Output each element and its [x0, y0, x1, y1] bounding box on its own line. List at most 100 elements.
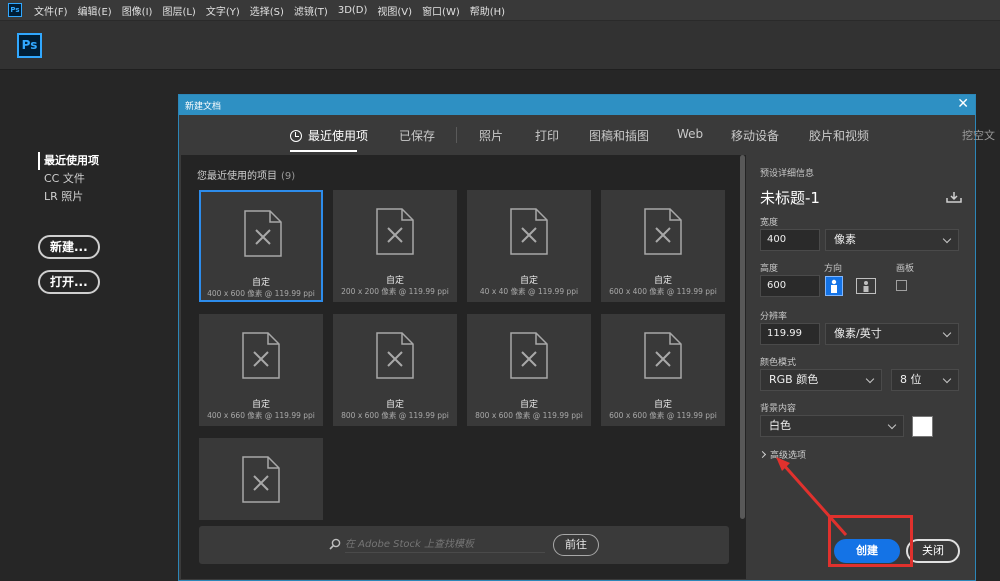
height-input[interactable]: 600 — [760, 275, 820, 297]
tab-film-video[interactable]: 胶片和视频 — [809, 127, 869, 144]
document-icon — [510, 208, 548, 255]
tab-recent[interactable]: 最近使用项 — [290, 127, 368, 144]
color-mode-select[interactable]: RGB 颜色 — [760, 369, 882, 391]
preset-card[interactable]: 自定 400 x 660 像素 @ 119.99 ppi — [199, 314, 323, 426]
width-input[interactable]: 400 — [760, 229, 820, 251]
preset-spec: 600 x 400 像素 @ 119.99 ppi — [609, 287, 717, 296]
nav-cc-files[interactable]: CC 文件 — [38, 170, 99, 188]
resolution-unit-value: 像素/英寸 — [834, 327, 882, 340]
landscape-orientation-icon[interactable] — [856, 276, 876, 296]
nav-lr-photos[interactable]: LR 照片 — [38, 188, 99, 206]
preset-card[interactable]: 自定 40 x 40 像素 @ 119.99 ppi — [467, 190, 591, 302]
tab-saved[interactable]: 已保存 — [399, 127, 435, 144]
document-icon — [244, 210, 282, 257]
preset-card[interactable]: 自定 600 x 600 像素 @ 119.99 ppi — [601, 314, 725, 426]
menu-select[interactable]: 选择(S) — [250, 3, 284, 18]
stock-go-button[interactable]: 前往 — [553, 534, 599, 556]
tab-overflow-text: 挖空文 — [962, 129, 995, 142]
bit-depth-value: 8 位 — [900, 373, 922, 386]
start-nav: 最近使用项 CC 文件 LR 照片 — [38, 152, 99, 206]
close-button[interactable]: 关闭 — [906, 539, 960, 563]
tab-print[interactable]: 打印 — [535, 127, 559, 144]
chevron-right-icon — [758, 450, 767, 459]
photoshop-logo[interactable]: Ps — [17, 33, 42, 58]
menu-filter[interactable]: 滤镜(T) — [294, 3, 328, 18]
tab-art-illustration[interactable]: 图稿和插图 — [589, 127, 649, 144]
resolution-input[interactable]: 119.99 — [760, 323, 820, 345]
menu-view[interactable]: 视图(V) — [377, 3, 412, 18]
menu-bar: Ps 文件(F) 编辑(E) 图像(I) 图层(L) 文字(Y) 选择(S) 滤… — [0, 0, 1000, 21]
preset-name: 自定 — [519, 400, 538, 410]
details-heading: 预设详细信息 — [760, 169, 815, 179]
menu-window[interactable]: 窗口(W) — [422, 3, 460, 18]
stock-search-input[interactable] — [345, 537, 545, 553]
preset-card[interactable]: 自定 800 x 600 像素 @ 119.99 ppi — [333, 314, 457, 426]
preset-card[interactable] — [199, 438, 323, 520]
advanced-options-toggle[interactable]: 高级选项 — [758, 448, 806, 461]
tab-divider — [456, 127, 457, 143]
menu-3d[interactable]: 3D(D) — [338, 5, 368, 16]
document-icon — [510, 332, 548, 379]
color-mode-value: RGB 颜色 — [769, 373, 819, 386]
preset-name: 自定 — [653, 276, 672, 286]
preset-card[interactable]: 自定 400 x 600 像素 @ 119.99 ppi — [199, 190, 323, 302]
artboard-checkbox[interactable] — [896, 280, 907, 291]
scrollbar-thumb[interactable] — [740, 155, 745, 519]
stock-search-bar: 前往 — [199, 526, 729, 564]
document-name[interactable]: 未标题-1 — [760, 187, 820, 208]
document-icon — [644, 208, 682, 255]
ps-app-icon: Ps — [8, 3, 22, 17]
menu-layer[interactable]: 图层(L) — [162, 3, 195, 18]
portrait-orientation-icon[interactable] — [825, 276, 843, 296]
background-select[interactable]: 白色 — [760, 415, 904, 437]
open-button[interactable]: 打开... — [38, 270, 100, 294]
document-icon — [644, 332, 682, 379]
dialog-titlebar: 新建文档 ✕ — [179, 95, 975, 115]
preset-tabs: 最近使用项 已保存 照片 打印 图稿和插图 Web 移动设备 胶片和视频 挖空文 — [179, 115, 995, 155]
app-header: Ps — [0, 21, 1000, 70]
background-color-swatch[interactable] — [912, 416, 933, 437]
nav-recent[interactable]: 最近使用项 — [38, 152, 99, 170]
resolution-unit-select[interactable]: 像素/英寸 — [825, 323, 959, 345]
new-button[interactable]: 新建... — [38, 235, 100, 259]
width-unit-select[interactable]: 像素 — [825, 229, 959, 251]
preset-card[interactable]: 自定 800 x 600 像素 @ 119.99 ppi — [467, 314, 591, 426]
tab-photo[interactable]: 照片 — [479, 127, 503, 144]
preset-name: 自定 — [251, 278, 270, 288]
background-value: 白色 — [769, 419, 791, 432]
bit-depth-select[interactable]: 8 位 — [891, 369, 959, 391]
preset-name: 自定 — [251, 400, 270, 410]
width-label: 宽度 — [760, 218, 779, 228]
menu-file[interactable]: 文件(F) — [34, 3, 68, 18]
background-label: 背景内容 — [760, 404, 797, 414]
tab-mobile[interactable]: 移动设备 — [731, 127, 779, 144]
preset-spec: 400 x 660 像素 @ 119.99 ppi — [207, 411, 315, 420]
preset-spec: 200 x 200 像素 @ 119.99 ppi — [341, 287, 449, 296]
recent-presets-panel: 您最近使用的项目 (9) 自定 400 x 600 像素 @ 119.99 ppi 自… — [181, 155, 746, 579]
chevron-down-icon — [865, 374, 875, 384]
active-tab-indicator — [290, 150, 357, 152]
color-mode-label: 颜色模式 — [760, 358, 797, 368]
preset-spec: 800 x 600 像素 @ 119.99 ppi — [475, 411, 583, 420]
preset-card[interactable]: 自定 200 x 200 像素 @ 119.99 ppi — [333, 190, 457, 302]
chevron-down-icon — [942, 374, 952, 384]
preset-name: 自定 — [653, 400, 672, 410]
menu-edit[interactable]: 编辑(E) — [78, 3, 112, 18]
chevron-down-icon — [942, 234, 952, 244]
save-preset-icon[interactable] — [946, 191, 962, 203]
tab-web[interactable]: Web — [677, 127, 703, 141]
close-icon[interactable]: ✕ — [957, 96, 969, 112]
orientation-label: 方向 — [824, 264, 843, 274]
height-label: 高度 — [760, 264, 779, 274]
presets-scrollbar[interactable] — [740, 155, 745, 579]
chevron-down-icon — [942, 328, 952, 338]
menu-image[interactable]: 图像(I) — [122, 3, 153, 18]
preset-card[interactable]: 自定 600 x 400 像素 @ 119.99 ppi — [601, 190, 725, 302]
document-icon — [376, 208, 414, 255]
menu-help[interactable]: 帮助(H) — [470, 3, 505, 18]
recent-count: (9) — [281, 171, 296, 182]
recent-heading: 您最近使用的项目 (9) — [197, 167, 295, 182]
menu-type[interactable]: 文字(Y) — [206, 3, 240, 18]
preset-spec: 600 x 600 像素 @ 119.99 ppi — [609, 411, 717, 420]
recent-heading-text: 您最近使用的项目 — [197, 171, 277, 182]
